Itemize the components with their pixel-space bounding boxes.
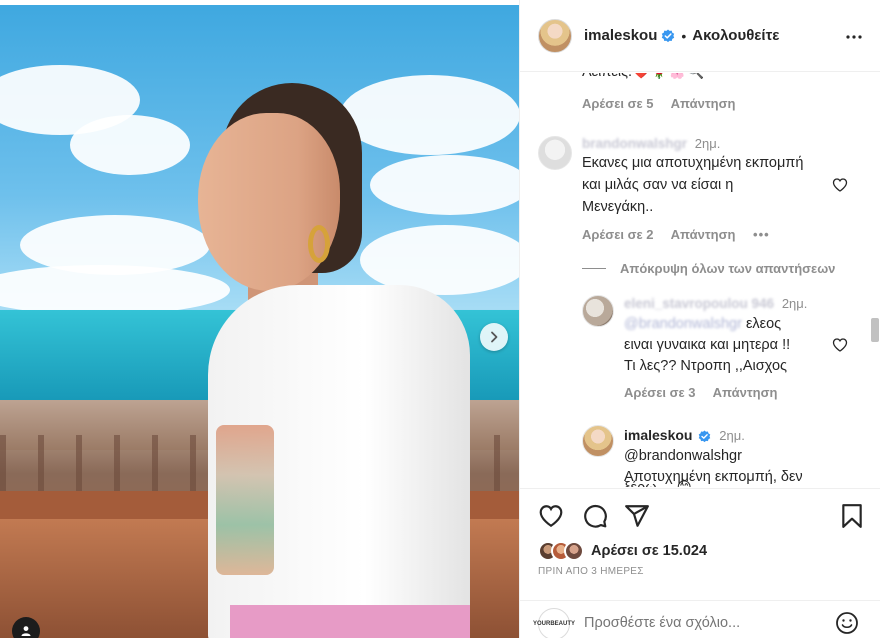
- avatar[interactable]: [582, 295, 614, 327]
- person-face: [198, 113, 340, 291]
- mention-link[interactable]: @brandonwalshgr: [624, 316, 742, 332]
- cloud: [0, 265, 230, 315]
- comment-line: Εκανες μια αποτυχημένη εκπομπή: [582, 155, 804, 171]
- avatar[interactable]: [582, 425, 614, 457]
- comment-author: imaleskou 2ημ.: [624, 425, 745, 446]
- reply-button[interactable]: Απάντηση: [671, 227, 736, 242]
- cloud: [370, 155, 519, 215]
- cloud: [70, 115, 190, 175]
- next-photo-button[interactable]: [480, 323, 508, 351]
- earring: [308, 225, 330, 263]
- comment-line: και μιλάς σαν να είσαι η: [582, 177, 734, 193]
- post-photo[interactable]: [0, 5, 519, 638]
- comment-author: brandonwalshgr 2ημ.: [582, 133, 720, 154]
- comment-meta: Αρέσει σε 5 Απάντηση: [582, 96, 749, 111]
- hide-replies-label: Απόκρυψη όλων των απαντήσεων: [620, 261, 836, 276]
- heart-icon[interactable]: [832, 337, 848, 353]
- username-link[interactable]: imaleskou: [584, 27, 657, 44]
- post-actions: Αρέσει σε 15.024 ΠΡΙΝ ΑΠΟ 3 ΗΜΕΡΕΣ: [520, 488, 880, 580]
- comment-line: @brandonwalshgr ελεος: [624, 314, 781, 335]
- comment-time: 2ημ.: [719, 428, 745, 443]
- comment-time: 2ημ.: [694, 136, 721, 151]
- comment-username[interactable]: eleni_stavropoulou 946: [624, 296, 774, 311]
- comment-icon[interactable]: [582, 503, 608, 529]
- share-icon[interactable]: [624, 503, 650, 529]
- bookmark-icon[interactable]: [840, 503, 864, 529]
- comment-likes[interactable]: Αρέσει σε 3: [624, 385, 696, 400]
- more-icon[interactable]: [845, 28, 863, 46]
- add-comment-bar: YOURBEAUTY: [520, 600, 880, 638]
- reply-button[interactable]: Απάντηση: [713, 385, 778, 400]
- chevron-right-icon: [491, 331, 498, 343]
- likes-summary[interactable]: Αρέσει σε 15.024: [538, 541, 707, 561]
- avatar[interactable]: [538, 18, 572, 53]
- post-panel: imaleskou • Ακολουθείτε Λείπεις.❤️🌹🌸🔍 Αρ…: [519, 0, 880, 638]
- comment-username[interactable]: imaleskou: [624, 427, 692, 443]
- comment-likes[interactable]: Αρέσει σε 5: [582, 96, 654, 111]
- divider-line: [582, 268, 606, 269]
- comment-line: Μενεγάκη..: [582, 199, 654, 215]
- comment-line: Τι λες?? Ντροπη ,,Αισχος: [624, 358, 788, 374]
- person-pants: [230, 605, 470, 638]
- mention-link[interactable]: @brandonwalshgr: [624, 446, 742, 467]
- post-timestamp[interactable]: ΠΡΙΝ ΑΠΟ 3 ΗΜΕΡΕΣ: [538, 566, 644, 577]
- hide-replies-button[interactable]: Απόκρυψη όλων των απαντήσεων: [582, 261, 835, 276]
- tagged-users-button[interactable]: [12, 617, 40, 638]
- emoji-icon[interactable]: [835, 611, 859, 635]
- comment-options-button[interactable]: •••: [753, 227, 770, 242]
- reply-button[interactable]: Απάντηση: [671, 96, 736, 111]
- comment-text: Λείπεις.❤️🌹🌸🔍: [582, 73, 704, 83]
- cloud: [340, 75, 519, 155]
- comment-likes[interactable]: Αρέσει σε 2: [582, 227, 654, 242]
- comment-author: eleni_stavropoulou 946 2ημ.: [624, 293, 807, 314]
- comment-username[interactable]: brandonwalshgr: [582, 136, 687, 151]
- heart-icon[interactable]: [832, 177, 848, 193]
- comment-line: ειναι γυναικα και μητερα !!: [624, 337, 791, 353]
- comment-input[interactable]: [584, 615, 804, 631]
- comment-line: ξέρω ... 😊: [624, 478, 692, 487]
- likes-count[interactable]: Αρέσει σε 15.024: [591, 543, 707, 559]
- heart-icon[interactable]: [538, 503, 564, 529]
- comment-text: ελεος: [745, 316, 782, 332]
- comment-meta: Αρέσει σε 2 Απάντηση •••: [582, 227, 784, 242]
- avatar[interactable]: [538, 136, 572, 170]
- person-tag-icon: [21, 626, 31, 636]
- avatar: YOURBEAUTY: [533, 608, 575, 638]
- shirt-print: [216, 425, 274, 575]
- comment-meta: Αρέσει σε 3 Απάντηση: [624, 385, 791, 400]
- following-button[interactable]: Ακολουθείτε: [692, 27, 779, 44]
- scrollbar[interactable]: [871, 318, 879, 342]
- comments-list[interactable]: Λείπεις.❤️🌹🌸🔍 Αρέσει σε 5 Απάντηση brand…: [520, 73, 880, 487]
- separator-dot: •: [681, 27, 687, 44]
- post-header: imaleskou • Ακολουθείτε: [520, 0, 880, 72]
- verified-icon: [699, 430, 711, 442]
- avatar: [564, 541, 584, 561]
- verified-icon: [662, 29, 675, 42]
- comment-time: 2ημ.: [781, 296, 808, 311]
